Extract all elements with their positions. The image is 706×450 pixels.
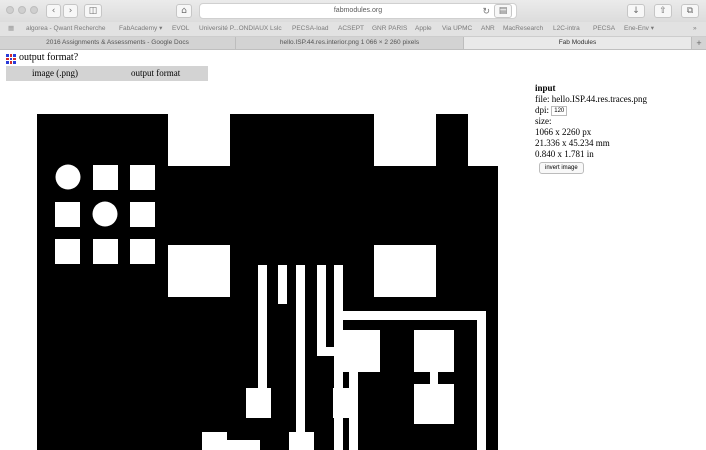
zoom-window-button[interactable] [30,6,38,14]
bookmark-item[interactable]: algorea - Qwant Recherche [26,22,106,36]
browser-toolbar: ‹ › ◫ ⌂ fabmodules.org ↻ ▤ ↓ ⇧ ⧉ [0,0,706,23]
bookmark-item[interactable]: Université P...ONDIAUX Lslc [199,22,282,36]
format-menu: image (.png) output format [6,66,208,81]
invert-image-button[interactable]: invert image [539,162,584,174]
bookmarks-bar: ▦ algorea - Qwant Recherche FabAcademy ▾… [0,22,706,37]
more-bookmarks-icon[interactable]: » [693,22,697,36]
bookmark-item[interactable]: PECSA [593,22,615,36]
address-bar[interactable]: fabmodules.org ↻ [199,3,517,19]
dpi-input[interactable]: 120 [551,105,568,116]
size-in: 0.840 x 1.781 in [535,149,594,159]
bookmark-item[interactable]: Ene-Env ▾ [624,22,654,36]
bookmark-item[interactable]: ACSEPT [338,22,364,36]
bookmark-item[interactable]: Via UPMC [442,22,472,36]
output-format-title: output format? [19,52,79,63]
file-name: file: hello.ISP.44.res.traces.png [535,94,647,104]
tabs-overview-icon[interactable]: ⧉ [681,4,699,18]
share-icon[interactable]: ⇧ [654,4,672,18]
bookmark-item[interactable]: Apple [415,22,432,36]
close-window-button[interactable] [6,6,14,14]
forward-icon[interactable]: › [63,4,78,18]
bookmark-item[interactable]: L2C-intra [553,22,580,36]
input-heading: input [535,83,556,93]
tab-png-image[interactable]: hello.ISP.44.res.interior.png 1 066 × 2 … [236,37,464,49]
tab-fab-modules[interactable]: Fab Modules [464,37,692,49]
format-option-png[interactable]: image (.png) [32,66,78,80]
bookmark-item[interactable]: PECSA-load [292,22,329,36]
download-icon[interactable]: ↓ [627,4,645,18]
home-icon[interactable]: ⌂ [176,4,192,18]
dpi-label: dpi: [535,105,550,115]
fab-logo-icon [6,54,16,64]
reader-icon[interactable]: ▤ [494,4,512,18]
grid-icon[interactable]: ▦ [8,22,14,36]
tab-bar: 2016 Assignments & Assessments - Google … [0,37,706,50]
back-icon[interactable]: ‹ [46,4,61,18]
bookmark-item[interactable]: MacResearch [503,22,543,36]
bookmark-item[interactable]: GNR PARIS [372,22,407,36]
input-info-panel: input file: hello.ISP.44.res.traces.png … [535,83,647,174]
size-px: 1066 x 2260 px [535,127,592,137]
tab-google-docs[interactable]: 2016 Assignments & Assessments - Google … [0,37,236,49]
dpi-row: dpi: 120 [535,105,647,116]
size-label: size: [535,116,552,126]
bookmark-item[interactable]: ANR [481,22,495,36]
sidebar-icon[interactable]: ◫ [84,4,102,18]
bookmark-item[interactable]: FabAcademy ▾ [119,22,162,36]
size-mm: 21.336 x 45.234 mm [535,138,610,148]
output-format-button[interactable]: output format [131,66,180,80]
minimize-window-button[interactable] [18,6,26,14]
url-text: fabmodules.org [333,7,383,14]
new-tab-icon[interactable]: + [692,37,706,49]
pcb-traces-image [37,114,498,450]
bookmark-item[interactable]: EVOL [172,22,189,36]
reload-icon[interactable]: ↻ [482,4,490,18]
